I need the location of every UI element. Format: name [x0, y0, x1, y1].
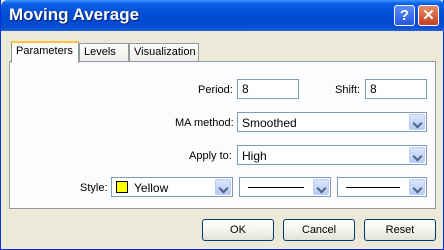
help-icon: ?	[399, 7, 410, 24]
line-style-sample	[248, 187, 304, 188]
apply-to-select[interactable]: High	[237, 145, 427, 165]
ok-button[interactable]: OK	[202, 219, 274, 241]
close-button[interactable]: ✕	[418, 5, 439, 26]
period-label: Period:	[198, 84, 233, 96]
cancel-button[interactable]: Cancel	[283, 219, 355, 241]
ma-method-select[interactable]: Smoothed	[237, 112, 427, 132]
tab-label: Visualization	[134, 46, 196, 58]
tab-visualization[interactable]: Visualization	[129, 43, 199, 62]
shift-input[interactable]: 8	[365, 79, 427, 99]
chevron-down-icon[interactable]	[409, 114, 425, 130]
tab-label: Levels	[84, 46, 116, 58]
reset-button[interactable]: Reset	[364, 219, 436, 241]
line-width-select[interactable]	[337, 177, 427, 197]
tab-label: Parameters	[16, 45, 73, 57]
shift-label: Shift:	[335, 84, 361, 96]
style-color-select[interactable]: Yellow	[111, 177, 233, 197]
close-icon: ✕	[422, 7, 435, 24]
period-input[interactable]: 8	[237, 79, 299, 99]
apply-to-label: Apply to:	[189, 150, 232, 162]
style-label: Style:	[80, 182, 108, 194]
chevron-down-icon[interactable]	[409, 147, 425, 163]
chevron-down-icon[interactable]	[313, 179, 329, 195]
line-width-sample	[346, 187, 400, 188]
help-button[interactable]: ?	[394, 5, 415, 26]
window-title: Moving Average	[9, 5, 140, 24]
line-style-select[interactable]	[239, 177, 331, 197]
title-bar[interactable]: Moving Average ? ✕	[1, 0, 444, 31]
color-swatch	[116, 181, 128, 193]
ma-method-value: Smoothed	[242, 116, 297, 130]
dialog-window: Moving Average ? ✕ Parameters Levels Vis…	[0, 0, 444, 250]
chevron-down-icon[interactable]	[215, 179, 231, 195]
style-color-value: Yellow	[134, 181, 169, 195]
chevron-down-icon[interactable]	[409, 179, 425, 195]
tab-parameters[interactable]: Parameters	[11, 41, 79, 63]
tab-levels[interactable]: Levels	[79, 43, 129, 62]
apply-to-value: High	[242, 149, 267, 163]
ma-method-label: MA method:	[175, 117, 234, 129]
